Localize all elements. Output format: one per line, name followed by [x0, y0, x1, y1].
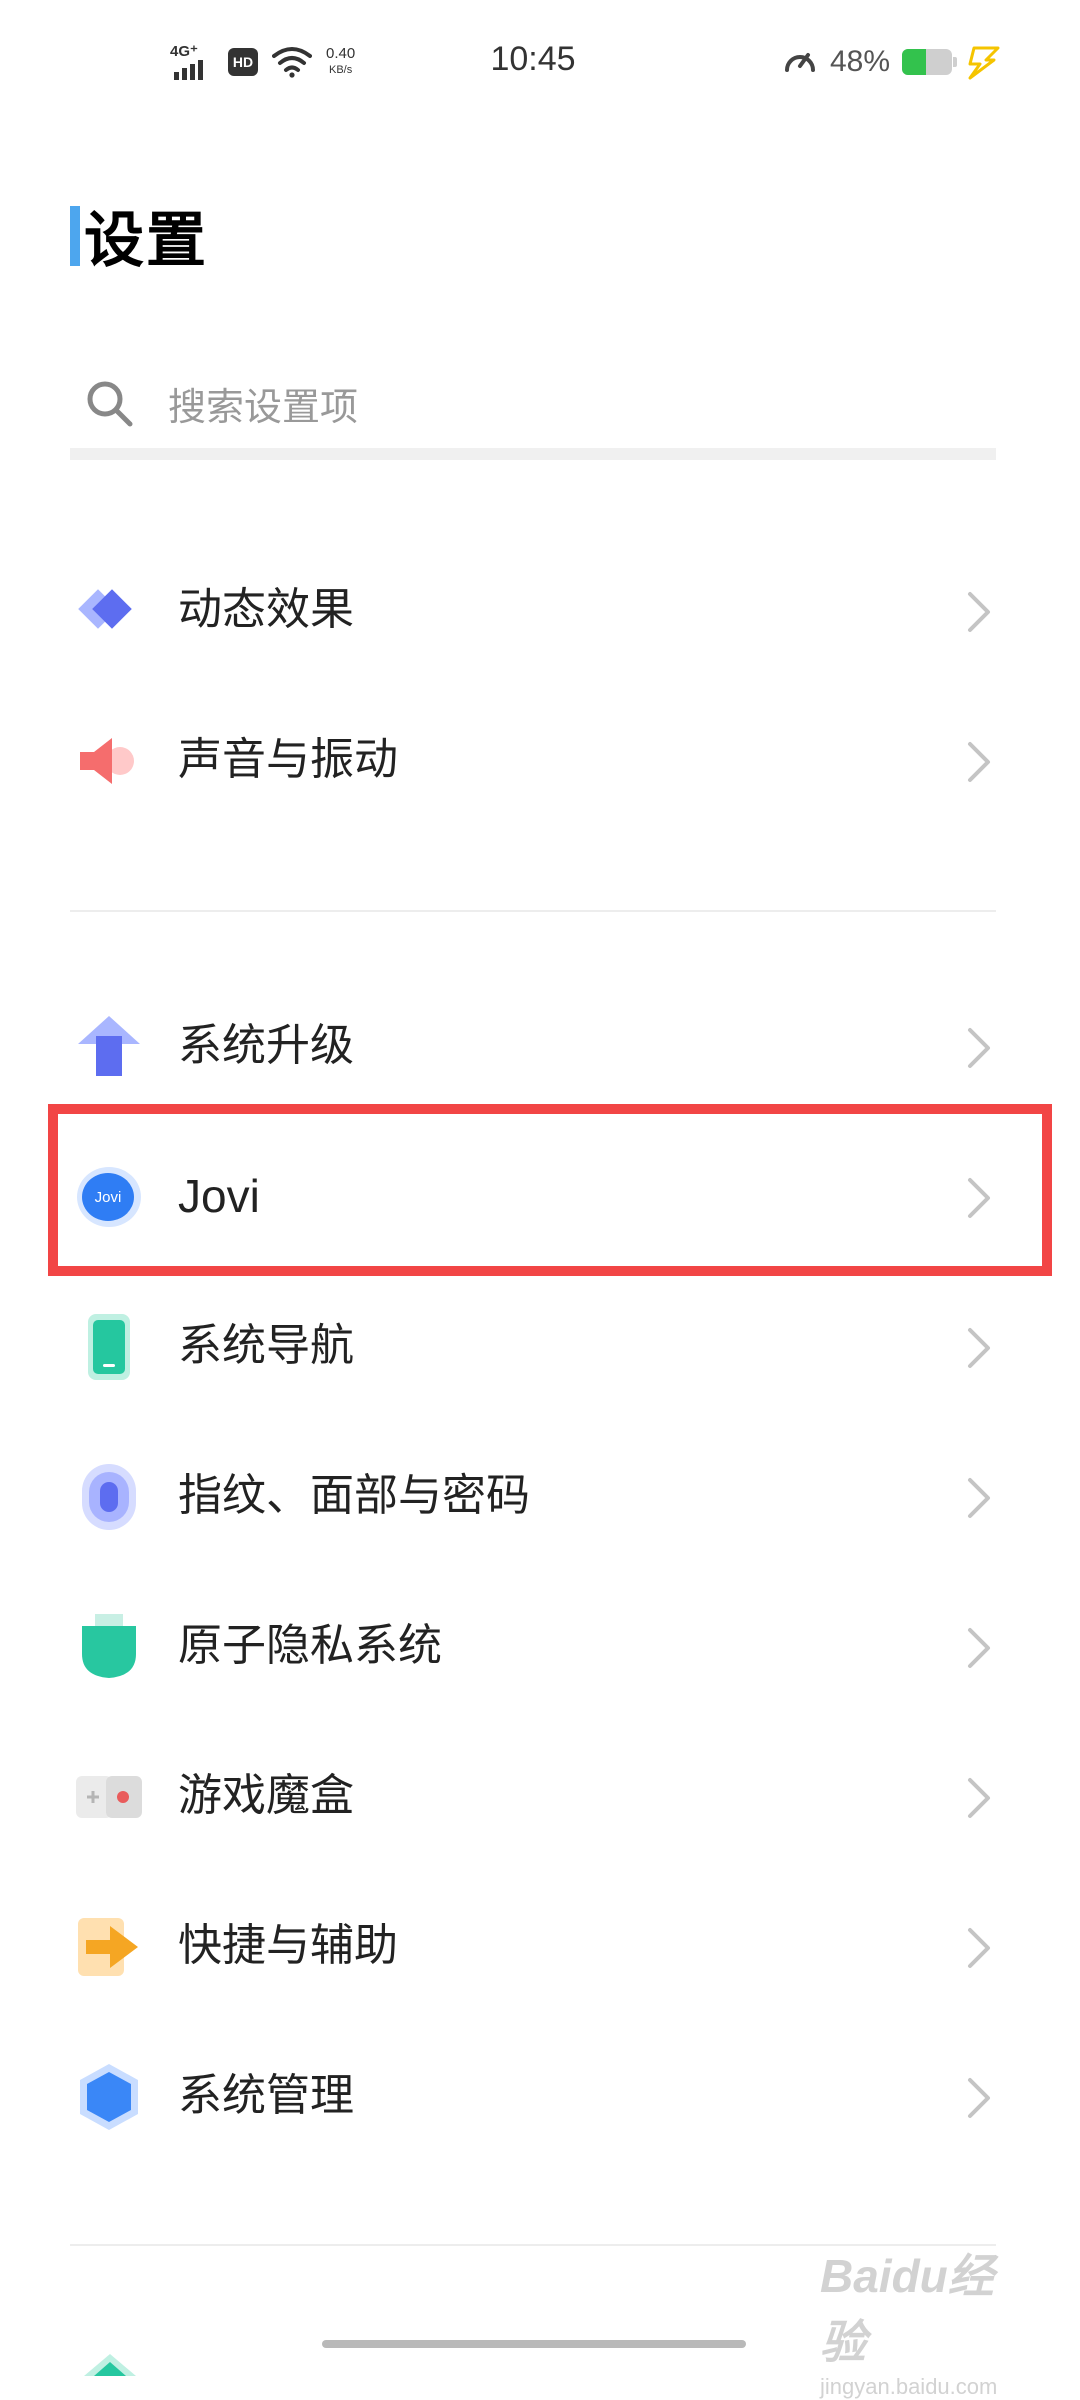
page-header: 设置	[70, 192, 208, 279]
chevron-right-icon	[968, 2078, 990, 2118]
settings-item-label: 系统升级	[178, 1020, 354, 1071]
settings-item-label: 系统导航	[178, 1320, 354, 1371]
chevron-right-icon	[968, 592, 990, 632]
chevron-right-icon	[968, 1328, 990, 1368]
phone-navigation-icon	[88, 1314, 130, 1380]
speedometer-icon	[784, 53, 815, 72]
search-bar[interactable]	[70, 360, 996, 460]
charging-bolt-icon	[968, 46, 1000, 80]
settings-item-system-navigation[interactable]: 系统导航	[0, 1272, 1080, 1420]
settings-item-label: 原子隐私系统	[178, 1620, 442, 1671]
chevron-right-icon	[968, 1928, 990, 1968]
chevron-right-icon	[968, 1778, 990, 1818]
group-divider	[70, 910, 996, 912]
settings-item-system-upgrade[interactable]: 系统升级	[0, 972, 1080, 1120]
settings-item-label: 声音与振动	[178, 734, 398, 785]
home-indicator[interactable]	[322, 2340, 746, 2348]
title-accent-bar	[70, 205, 80, 266]
settings-item-fingerprint-face-password[interactable]: 指纹、面部与密码	[0, 1422, 1080, 1570]
hexagon-icon	[80, 2064, 138, 2130]
page-title: 设置	[84, 206, 208, 276]
settings-item-label: 动态效果	[178, 584, 354, 635]
chevron-right-icon	[968, 1478, 990, 1518]
battery-icon	[902, 49, 957, 75]
partial-item-icon	[84, 2354, 136, 2376]
chevron-right-icon	[968, 742, 990, 782]
privacy-shield-icon	[82, 1614, 136, 1678]
status-bar: 4G⁺ HD 0.40 KB/s 10:45 48%	[0, 0, 1080, 130]
speaker-icon	[80, 738, 134, 784]
search-underline	[70, 448, 996, 460]
settings-item-motion-effect[interactable]: 动态效果	[0, 536, 1080, 684]
settings-item-label: 快捷与辅助	[178, 1920, 398, 1971]
watermark: Baidu经验 jingyan.baidu.com	[820, 2240, 1020, 2399]
settings-item-system-management[interactable]: 系统管理	[0, 2022, 1080, 2170]
game-box-icon	[76, 1776, 142, 1818]
chevron-right-icon	[968, 1028, 990, 1068]
shortcut-arrow-icon	[78, 1918, 138, 1976]
settings-item-label: 系统管理	[178, 2070, 354, 2121]
status-right: 48%	[782, 44, 1004, 80]
watermark-main: Baidu经验	[820, 2250, 994, 2368]
settings-item-game-box[interactable]: 游戏魔盒	[0, 1722, 1080, 1870]
battery-percent: 48%	[829, 45, 890, 78]
watermark-sub: jingyan.baidu.com	[820, 2374, 998, 2399]
settings-item-atomic-privacy[interactable]: 原子隐私系统	[0, 1572, 1080, 1720]
settings-item-sound-vibration[interactable]: 声音与振动	[0, 686, 1080, 834]
search-input[interactable]	[166, 376, 930, 438]
motion-effect-icon	[78, 589, 132, 629]
settings-item-label: 指纹、面部与密码	[178, 1470, 530, 1521]
chevron-right-icon	[968, 1628, 990, 1668]
highlight-annotation	[48, 1104, 1052, 1276]
settings-item-label: 游戏魔盒	[178, 1770, 354, 1821]
settings-item-shortcut-assist[interactable]: 快捷与辅助	[0, 1872, 1080, 2020]
search-icon	[87, 381, 133, 427]
fingerprint-icon	[82, 1464, 136, 1530]
upgrade-arrow-icon	[78, 1016, 140, 1076]
